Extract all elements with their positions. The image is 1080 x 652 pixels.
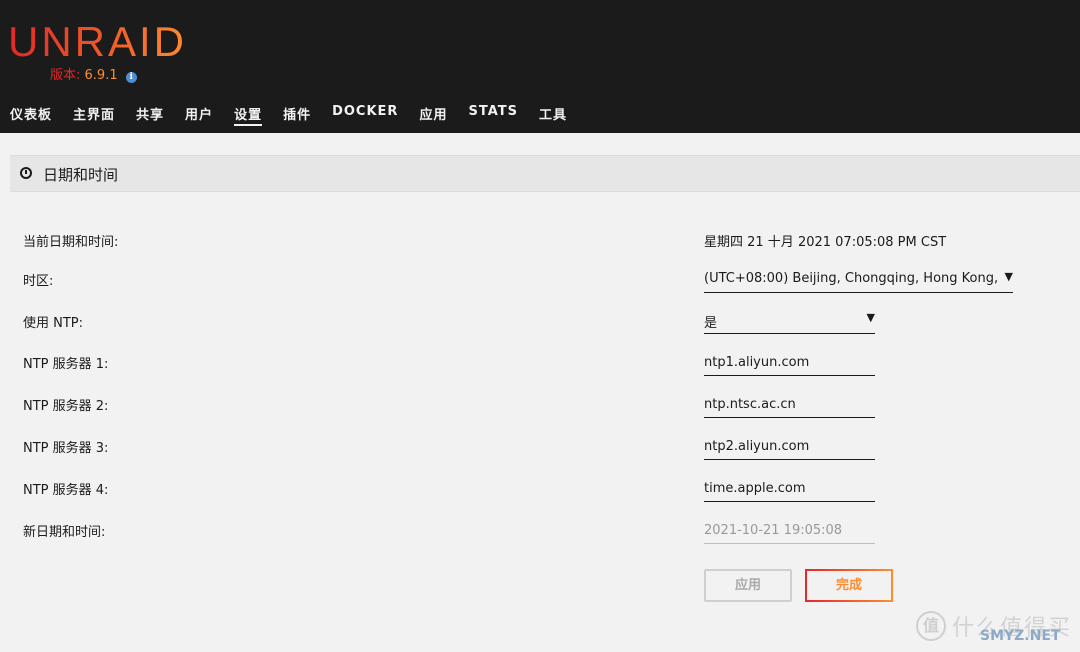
timezone-select[interactable]: (UTC+08:00) Beijing, Chongqing, Hong Kon… (704, 267, 1013, 293)
new-datetime-label: 新日期和时间: (23, 525, 106, 540)
version-label: 版本: (50, 68, 81, 83)
current-datetime-value: 星期四 21 十月 2021 07:05:08 PM CST (704, 235, 947, 250)
timezone-value: (UTC+08:00) Beijing, Chongqing, Hong Kon… (704, 271, 1013, 286)
new-datetime-input[interactable] (704, 518, 875, 544)
current-datetime-label: 当前日期和时间: (23, 235, 119, 250)
nav-item-4[interactable]: 设置 (234, 104, 263, 126)
use-ntp-select[interactable]: 是 ▼ (704, 308, 875, 334)
section-header: 日期和时间 (10, 155, 1080, 192)
top-header: UNRAID 版本: 6.9.1 i 仪表板 主界面 共享 用户 设置 插件 DOCKER 应… (0, 0, 1080, 133)
nav-item-0[interactable]: 仪表板 (10, 104, 52, 126)
ntp-server-2-label: NTP 服务器 2: (23, 399, 109, 414)
nav-item-8[interactable]: STATS (468, 104, 518, 126)
watermark-text: 什么值得买 SMYZ.NET (952, 610, 1072, 644)
watermark-badge: 值 (915, 611, 946, 641)
ntp-server-1-input[interactable] (704, 350, 875, 376)
use-ntp-label: 使用 NTP: (23, 316, 84, 331)
nav-item-1[interactable]: 主界面 (73, 104, 115, 126)
caret-down-icon: ▼ (1002, 270, 1013, 283)
timezone-label: 时区: (23, 274, 54, 289)
ntp-server-4-input[interactable] (704, 476, 875, 502)
use-ntp-value: 是 (704, 316, 718, 331)
watermark-sub: SMYZ.NET (979, 628, 1061, 644)
version-number: 6.9.1 (84, 68, 118, 83)
section-title: 日期和时间 (43, 166, 119, 184)
ntp-server-1-label: NTP 服务器 1: (23, 357, 109, 372)
ntp-server-3-label: NTP 服务器 3: (23, 441, 109, 456)
nav-item-6[interactable]: DOCKER (332, 104, 398, 126)
nav-item-7[interactable]: 应用 (419, 104, 447, 126)
version-info: 版本: 6.9.1 i (50, 64, 137, 83)
nav-item-2[interactable]: 共享 (136, 104, 164, 126)
ntp-server-3-input[interactable] (704, 434, 875, 460)
unraid-logo[interactable]: UNRAID (8, 18, 187, 66)
main-nav: 仪表板 主界面 共享 用户 设置 插件 DOCKER 应用 STATS 工具 (10, 104, 588, 126)
nav-item-9[interactable]: 工具 (539, 104, 567, 126)
watermark: 值 什么值得买 SMYZ.NET (915, 606, 1072, 646)
nav-item-5[interactable]: 插件 (283, 104, 311, 126)
ntp-server-4-label: NTP 服务器 4: (23, 483, 109, 498)
apply-button[interactable]: 应用 (704, 569, 792, 602)
ntp-server-2-input[interactable] (704, 392, 875, 418)
done-button[interactable]: 完成 (805, 569, 893, 602)
caret-down-icon: ▼ (864, 311, 875, 324)
nav-item-3[interactable]: 用户 (185, 104, 213, 126)
info-icon[interactable]: i (125, 72, 137, 83)
clock-icon (20, 167, 32, 179)
